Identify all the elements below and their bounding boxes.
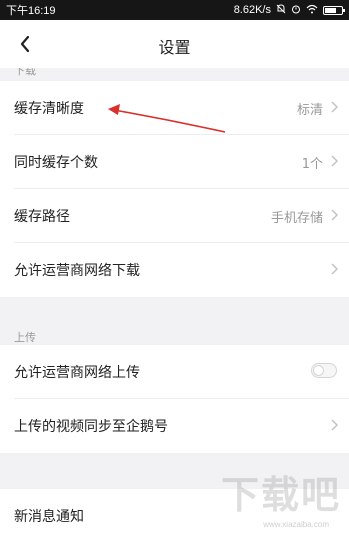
setting-label: 缓存清晰度 [14, 101, 84, 117]
wifi-icon [306, 4, 318, 17]
watermark-logo: 下载吧 [220, 475, 341, 517]
status-right: 8.62K/s [233, 3, 345, 17]
upload-toggle[interactable] [311, 363, 337, 378]
chevron-right-icon [331, 263, 339, 275]
net-speed: 8.62K/s [233, 4, 271, 16]
setting-sync-to-penguin[interactable]: 上传的视频同步至企鹅号 [0, 399, 349, 453]
watermark-url: www.xiazaiba.com [263, 520, 329, 529]
toggle-knob [313, 365, 324, 376]
setting-label: 缓存路径 [14, 209, 70, 225]
setting-label: 新消息通知 [14, 509, 84, 525]
setting-label: 允许运营商网络下载 [14, 263, 140, 279]
page-title: 设置 [158, 38, 191, 57]
top-bar: 设置 [0, 20, 349, 68]
setting-concurrent-downloads[interactable]: 同时缓存个数 1个 [0, 135, 349, 189]
chevron-right-icon [331, 419, 339, 431]
annotation-arrow [108, 104, 226, 133]
status-time: 下午16:19 [6, 5, 56, 17]
section-title-download: 下载 [0, 68, 349, 77]
setting-value: 手机存储 [270, 211, 323, 226]
section-title-upload: 上传 [14, 331, 36, 344]
mute-icon [276, 3, 286, 17]
battery-icon [323, 5, 345, 15]
status-bar: 下午16:19 8.62K/s [0, 0, 349, 20]
setting-value: 1个 [301, 157, 323, 172]
setting-label: 允许运营商网络上传 [14, 365, 140, 381]
chevron-right-icon [331, 155, 339, 167]
setting-value: 标清 [296, 103, 323, 118]
setting-allow-mobile-download[interactable]: 允许运营商网络下载 [0, 243, 349, 297]
chevron-right-icon [331, 209, 339, 221]
setting-cache-path[interactable]: 缓存路径 手机存储 [0, 189, 349, 243]
setting-allow-mobile-upload[interactable]: 允许运营商网络上传 [0, 345, 349, 399]
setting-label: 上传的视频同步至企鹅号 [14, 419, 168, 435]
setting-label: 同时缓存个数 [14, 155, 98, 171]
chevron-right-icon [331, 101, 339, 113]
alarm-icon [291, 4, 301, 17]
